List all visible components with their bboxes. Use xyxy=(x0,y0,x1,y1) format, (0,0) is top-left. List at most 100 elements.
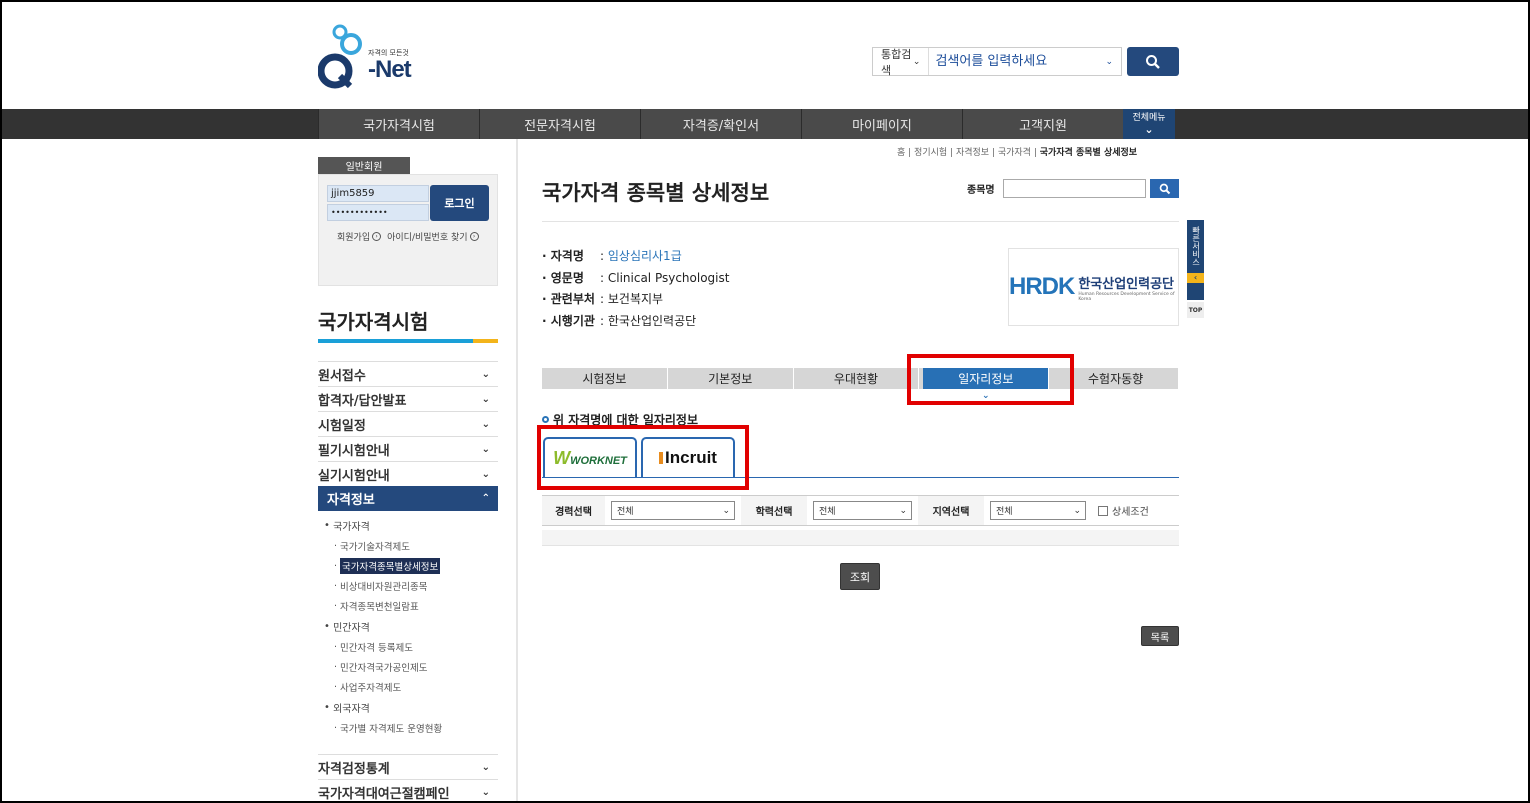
info-value: Clinical Psychologist xyxy=(607,270,730,285)
page-title: 국가자격 종목별 상세정보 xyxy=(542,181,770,205)
chevron-down-icon: ⌄ xyxy=(481,468,490,480)
sidebar-item-label: 필기시험안내 xyxy=(318,443,390,459)
user-id-field[interactable]: jjim5859 xyxy=(327,185,429,202)
item-search-input[interactable] xyxy=(1003,179,1146,198)
sidebar-item-qualification-info[interactable]: 자격정보 ⌃ xyxy=(318,486,498,511)
submenu-group-foreign[interactable]: • 외국자격 xyxy=(324,697,498,718)
sidebar-item-statistics[interactable]: 자격검정통계 ⌄ xyxy=(318,754,498,779)
signup-link[interactable]: 회원가입 › xyxy=(337,230,382,243)
search-submit-button[interactable]: 조회 xyxy=(840,563,880,590)
chevron-down-icon: ⌄ xyxy=(899,505,907,516)
chevron-down-icon: ⌄ xyxy=(481,418,490,430)
breadcrumb-item[interactable]: 자격정보 xyxy=(956,148,989,158)
quick-service-panel[interactable]: 빠른서비스 ‹ xyxy=(1187,220,1204,300)
sidebar-item-written-exam[interactable]: 필기시험안내 ⌄ xyxy=(318,436,498,461)
sidebar-bottom-menu: 자격검정통계 ⌄ 국가자격대여근절캠페인 ⌄ xyxy=(318,754,498,803)
nav-item-mypage[interactable]: 마이페이지 xyxy=(801,109,962,139)
sidebar-item-label: 실기시험안내 xyxy=(318,468,390,484)
sidebar-submenu: • 국가자격 · 국가기술자격제도 · 국가자격종목별상세정보 · 비상대비자원… xyxy=(318,511,498,742)
info-label: 자격명 xyxy=(550,249,584,263)
nav-item-support[interactable]: 고객지원 xyxy=(962,109,1123,139)
nav-item-national-exam[interactable]: 국가자격시험 xyxy=(318,109,479,139)
submenu-item[interactable]: · 자격종목변천일람표 xyxy=(324,596,498,616)
list-button[interactable]: 목록 xyxy=(1141,626,1179,646)
detail-condition-checkbox[interactable]: 상세조건 xyxy=(1098,503,1149,518)
search-icon xyxy=(1146,54,1160,69)
search-button[interactable] xyxy=(1127,47,1179,76)
education-select[interactable]: 전체 ⌄ xyxy=(813,501,912,520)
info-label: 관련부처 xyxy=(550,292,595,306)
sidebar-item-application[interactable]: 원서접수 ⌄ xyxy=(318,361,498,386)
login-button[interactable]: 로그인 xyxy=(430,185,489,221)
region-label: 지역선택 xyxy=(918,496,984,525)
search-input[interactable] xyxy=(929,48,1106,75)
qualification-name-link[interactable]: 임상심리사1급 xyxy=(608,246,682,268)
breadcrumb-item[interactable]: 국가자격 xyxy=(998,148,1031,158)
submenu-group-label: 외국자격 xyxy=(333,704,370,715)
checkbox-box xyxy=(1098,505,1108,516)
tab-preference[interactable]: 우대현황 xyxy=(794,368,920,389)
career-select-value: 전체 xyxy=(617,507,634,517)
bullet-icon xyxy=(542,416,549,423)
member-type-tab[interactable]: 일반회원 xyxy=(318,157,410,174)
tab-exam-info[interactable]: 시험정보 xyxy=(542,368,668,389)
education-select-value: 전체 xyxy=(819,507,836,517)
login-links: 회원가입 › 아이디/비밀번호 찾기 › xyxy=(337,230,479,243)
submenu-item[interactable]: · 비상대비자원관리종목 xyxy=(324,576,498,596)
sidebar-item-practical-exam[interactable]: 실기시험안내 ⌄ xyxy=(318,461,498,486)
info-label: 시행기관 xyxy=(550,313,595,328)
all-menu-button[interactable]: 전체메뉴 ⌄ xyxy=(1123,109,1175,139)
info-value: 보건복지부 xyxy=(607,292,664,306)
scroll-top-button[interactable]: TOP xyxy=(1187,302,1204,318)
submenu-item[interactable]: · 사업주자격제도 xyxy=(324,677,498,697)
chevron-down-icon: ⌄ xyxy=(1144,123,1154,136)
breadcrumb-current: 국가자격 종목별 상세정보 xyxy=(1039,148,1138,158)
main-navigation: 국가자격시험 전문자격시험 자격증/확인서 마이페이지 고객지원 전체메뉴 ⌄ xyxy=(2,109,1528,139)
sidebar-item-results[interactable]: 합격자/답안발표 ⌄ xyxy=(318,386,498,411)
title-divider xyxy=(542,221,1179,222)
submenu-group-private[interactable]: • 민간자격 xyxy=(324,616,498,637)
quick-service-label: 빠른서비스 xyxy=(1191,226,1201,266)
region-select[interactable]: 전체 ⌄ xyxy=(990,501,1086,520)
breadcrumb-item[interactable]: 홈 xyxy=(897,148,905,158)
signup-label: 회원가입 xyxy=(337,233,371,243)
sidebar-item-label: 시험일정 xyxy=(318,418,366,434)
search-scope-label: 통합검색 xyxy=(881,47,912,77)
qnet-logo[interactable]: 자격의 모든것 -Net xyxy=(317,22,418,90)
detail-condition-label: 상세조건 xyxy=(1112,507,1149,518)
info-label: 영문명 xyxy=(550,270,584,285)
submenu-item-label: 국가기술자격제도 xyxy=(340,542,410,553)
career-select[interactable]: 전체 ⌄ xyxy=(611,501,735,520)
submenu-item[interactable]: · 민간자격 등록제도 xyxy=(324,637,498,657)
highlight-box-job-tab xyxy=(907,354,1074,405)
submenu-item-current[interactable]: · 국가자격종목별상세정보 xyxy=(324,556,498,576)
sidebar-title-bar xyxy=(318,339,498,343)
submenu-group-national[interactable]: • 국가자격 xyxy=(324,515,498,536)
chevron-down-icon: ⌄ xyxy=(1073,505,1081,516)
submenu-item-label: 사업주자격제도 xyxy=(340,683,402,694)
find-account-link[interactable]: 아이디/비밀번호 찾기 › xyxy=(387,230,479,243)
sidebar-item-label: 국가자격대여근절캠페인 xyxy=(318,786,450,802)
region-select-value: 전체 xyxy=(996,507,1013,517)
sidebar-divider xyxy=(516,139,518,803)
item-search-label: 종목명 xyxy=(967,185,995,196)
submenu-item[interactable]: · 국가별 자격제도 운영현황 xyxy=(324,718,498,738)
sidebar-item-campaign[interactable]: 국가자격대여근절캠페인 ⌄ xyxy=(318,779,498,803)
breadcrumb-item[interactable]: 정기시험 xyxy=(914,148,947,158)
submenu-item[interactable]: · 국가기술자격제도 xyxy=(324,536,498,556)
item-search-button[interactable] xyxy=(1150,179,1179,198)
chevron-down-icon[interactable]: ⌄ xyxy=(1105,57,1121,67)
nav-item-certificate[interactable]: 자격증/확인서 xyxy=(640,109,801,139)
sidebar-item-schedule[interactable]: 시험일정 ⌄ xyxy=(318,411,498,436)
result-area xyxy=(542,530,1179,546)
tab-basic-info[interactable]: 기본정보 xyxy=(668,368,794,389)
nav-item-professional-exam[interactable]: 전문자격시험 xyxy=(479,109,640,139)
agency-logo-mark: HRDK xyxy=(1009,273,1075,300)
submenu-item-label: 민간자격 등록제도 xyxy=(340,643,413,654)
submenu-item-label: 민간자격국가공인제도 xyxy=(340,663,428,674)
password-field[interactable]: •••••••••••• xyxy=(327,204,429,221)
submenu-item[interactable]: · 민간자격국가공인제도 xyxy=(324,657,498,677)
search-scope-select[interactable]: 통합검색 ⌄ xyxy=(873,47,930,77)
info-row-english: · 영문명: Clinical Psychologist xyxy=(542,268,729,290)
info-row-ministry: · 관련부처: 보건복지부 xyxy=(542,289,729,311)
